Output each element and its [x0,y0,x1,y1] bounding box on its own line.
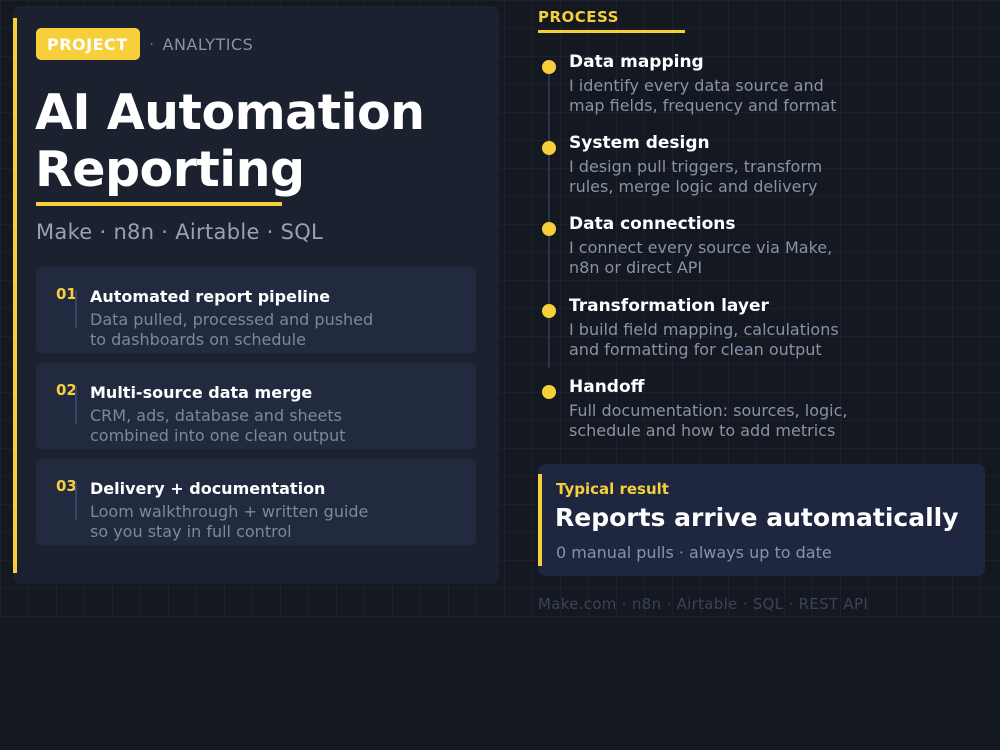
step-title: Data mapping [569,52,704,72]
project-panel: PROJECT · ANALYTICS AI Automation Report… [13,6,499,584]
page-title: AI Automation Reporting [35,84,425,198]
step-dot-icon [542,60,556,74]
process-heading: PROCESS [538,8,619,26]
step-title: Transformation layer [569,296,769,316]
result-subtitle: 0 manual pulls · always up to date [556,543,832,562]
step-description: I connect every source via Make, n8n or … [569,238,899,277]
feature-card: 01 Automated report pipeline Data pulled… [36,267,476,353]
feature-card: 03 Delivery + documentation Loom walkthr… [36,459,476,545]
project-tag: PROJECT [36,28,140,60]
feature-description: CRM, ads, database and sheets combined i… [90,406,470,445]
step-desc-line: n8n or direct API [569,257,703,277]
step-desc-line: rules, merge logic and delivery [569,176,818,196]
process-underline [538,30,685,33]
feature-title: Multi-source data merge [90,383,313,402]
result-label: Typical result [556,480,669,498]
step-desc-line: I build field mapping, calculations [569,320,839,339]
step-description: I build field mapping, calculations and … [569,320,899,359]
feature-desc-line: combined into one clean output [90,425,346,445]
feature-description: Loom walkthrough + written guide so you … [90,502,470,541]
step-description: I identify every data source and map fie… [569,76,899,115]
panel-accent-bar [13,18,17,573]
feature-number: 03 [56,477,77,495]
feature-description: Data pulled, processed and pushed to das… [90,310,470,349]
tag-separator: · [149,37,154,51]
step-desc-line: schedule and how to add metrics [569,420,836,440]
feature-desc-line: Loom walkthrough + written guide [90,502,369,521]
result-card: Typical result Reports arrive automatica… [538,464,985,576]
feature-divider [75,482,77,520]
footer-tools: Make.com · n8n · Airtable · SQL · REST A… [538,595,869,613]
feature-desc-line: to dashboards on schedule [90,329,306,349]
tech-stack: Make · n8n · Airtable · SQL [36,220,324,244]
step-desc-line: I identify every data source and [569,76,824,95]
step-description: I design pull triggers, transform rules,… [569,157,899,196]
step-dot-icon [542,385,556,399]
step-desc-line: I connect every source via Make, [569,238,833,257]
title-line-1: AI Automation [35,84,425,141]
category-label: ANALYTICS [162,34,254,54]
step-desc-line: I design pull triggers, transform [569,157,823,176]
feature-desc-line: Data pulled, processed and pushed [90,310,374,329]
step-title: Data connections [569,214,736,234]
feature-title: Delivery + documentation [90,479,326,498]
step-desc-line: Full documentation: sources, logic, [569,401,848,420]
feature-desc-line: CRM, ads, database and sheets [90,406,342,425]
result-title: Reports arrive automatically [555,503,959,532]
step-dot-icon [542,304,556,318]
step-dot-icon [542,141,556,155]
feature-divider [75,386,77,424]
step-desc-line: map fields, frequency and format [569,95,837,115]
title-line-2: Reporting [35,141,305,198]
feature-number: 02 [56,381,77,399]
feature-number: 01 [56,285,77,303]
feature-divider [75,290,77,328]
step-desc-line: and formatting for clean output [569,339,822,359]
result-accent-bar [538,474,542,566]
feature-card: 02 Multi-source data merge CRM, ads, dat… [36,363,476,449]
timeline-line [548,68,550,368]
step-dot-icon [542,222,556,236]
title-underline [36,202,282,206]
step-title: System design [569,133,710,153]
step-title: Handoff [569,377,645,397]
tag-row: PROJECT · ANALYTICS [36,28,253,60]
step-description: Full documentation: sources, logic, sche… [569,401,899,440]
feature-desc-line: so you stay in full control [90,521,292,541]
feature-title: Automated report pipeline [90,287,331,306]
